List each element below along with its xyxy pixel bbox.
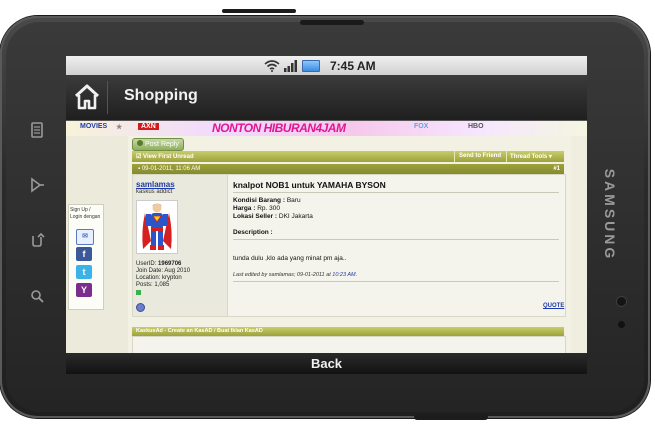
power-button[interactable] <box>222 9 296 13</box>
volume-button[interactable] <box>414 414 488 420</box>
home-key-icon[interactable] <box>26 177 48 199</box>
send-to-friend-link[interactable]: Send to Friend <box>459 153 501 159</box>
superman-avatar-icon <box>142 203 172 250</box>
user-meta: UserID: 1969706 Join Date: Aug 2010 Loca… <box>136 261 191 288</box>
camera-lens <box>617 297 626 306</box>
online-status-icon <box>136 290 141 295</box>
wifi-icon <box>264 59 280 72</box>
description-label: Description : <box>233 229 273 236</box>
kaskus-ad-body <box>132 336 566 353</box>
view-first-unread-link[interactable]: ☑ View First Unread <box>136 153 194 160</box>
signal-icon <box>284 59 297 72</box>
user-info-column: samlamas kaskus addict UserID: 1969706 J… <box>133 175 228 316</box>
axn-logo: AXN <box>138 123 159 130</box>
back-key-icon[interactable] <box>26 232 48 254</box>
signup-box: Sign Up / Login dengan ✉ f t Y <box>68 204 104 310</box>
app-title-bar: Shopping <box>66 75 587 121</box>
signature-divider <box>233 281 559 282</box>
quote-button[interactable]: QUOTE <box>543 303 564 309</box>
menu-key-icon[interactable] <box>26 122 48 144</box>
edited-note: Last edited by samlamas; 09-01-2011 at 1… <box>233 272 358 278</box>
post-title: knalpot NOB1 untuk YAMAHA BYSON <box>233 180 386 190</box>
web-content[interactable]: MOVIES ★ AXN NONTON HIBURAN4JAM FOX HBO … <box>66 121 587 353</box>
join-date: Join Date: Aug 2010 <box>136 268 191 274</box>
right-margin <box>571 136 587 353</box>
thread-tools-menu[interactable]: Thread Tools ▾ <box>510 153 552 160</box>
user-location: Location: krypton <box>136 275 182 281</box>
light-sensor <box>618 321 625 328</box>
device-screen: 7:45 AM Shopping MOVIES ★ AXN NONTON HIB… <box>66 56 587 374</box>
reply-icon <box>137 140 143 146</box>
post-header-bar: ▪ 09-01-2011, 11:06 AM #1 <box>132 164 564 174</box>
search-key-icon[interactable] <box>26 288 48 310</box>
earpiece-speaker <box>300 20 364 25</box>
banner-headline: NONTON HIBURAN4JAM <box>212 121 346 135</box>
title-divider <box>107 81 108 114</box>
status-icons: 7:45 AM <box>264 58 376 73</box>
post-icon <box>136 303 145 312</box>
status-bar: 7:45 AM <box>66 56 587 75</box>
facebook-icon[interactable]: f <box>76 247 92 261</box>
email-login-icon[interactable]: ✉ <box>76 229 94 245</box>
post-date: ▪ 09-01-2011, 11:06 AM <box>138 166 201 172</box>
star-icon: ★ <box>116 124 123 131</box>
post-count: Posts: 1,085 <box>136 282 170 288</box>
header-separator <box>454 151 455 162</box>
username-link[interactable]: samlamas <box>136 180 175 189</box>
avatar[interactable] <box>136 200 178 254</box>
yahoo-icon[interactable]: Y <box>76 283 92 297</box>
movies-logo: MOVIES <box>80 123 108 130</box>
title-divider-line <box>233 192 559 193</box>
post-text: tunda dulu ,klo ada yang minat pm aja.. <box>233 255 347 262</box>
post-number-link[interactable]: #1 <box>553 166 560 172</box>
hardware-keys <box>26 122 50 312</box>
signup-text: Sign Up / Login dengan <box>70 207 101 220</box>
page-title: Shopping <box>124 87 198 104</box>
post-body: samlamas kaskus addict UserID: 1969706 J… <box>132 174 566 317</box>
post-date-icon: ▪ <box>138 166 141 172</box>
post-reply-button[interactable]: Post Reply <box>132 138 184 151</box>
dropdown-arrow-icon: ▾ <box>548 154 552 160</box>
kaskus-ad-bar[interactable]: KaskusAd - Create an KasAD / Buat Iklan … <box>132 327 564 336</box>
home-icon[interactable] <box>74 83 100 111</box>
brand-logo: SAMSUNG <box>602 168 618 262</box>
back-button[interactable]: Back <box>66 353 587 374</box>
description-divider <box>233 239 559 240</box>
hbo-logo: HBO <box>468 123 484 130</box>
kondisi-line: Kondisi Barang : Baru <box>233 197 301 204</box>
user-id: 1969706 <box>158 261 182 267</box>
status-time: 7:45 AM <box>330 58 376 73</box>
ad-banner[interactable]: MOVIES ★ AXN NONTON HIBURAN4JAM FOX HBO <box>66 121 587 136</box>
header-separator <box>506 151 507 162</box>
twitter-icon[interactable]: t <box>76 265 92 279</box>
harga-line: Harga : Rp. 300 <box>233 205 280 212</box>
lokasi-line: Lokasi Seller : DKI Jakarta <box>233 213 313 220</box>
thread-header-bar: ☑ View First Unread Send to Friend Threa… <box>132 151 564 162</box>
user-title: kaskus addict <box>136 189 173 195</box>
battery-icon <box>302 59 320 72</box>
fox-logo: FOX <box>414 123 429 130</box>
